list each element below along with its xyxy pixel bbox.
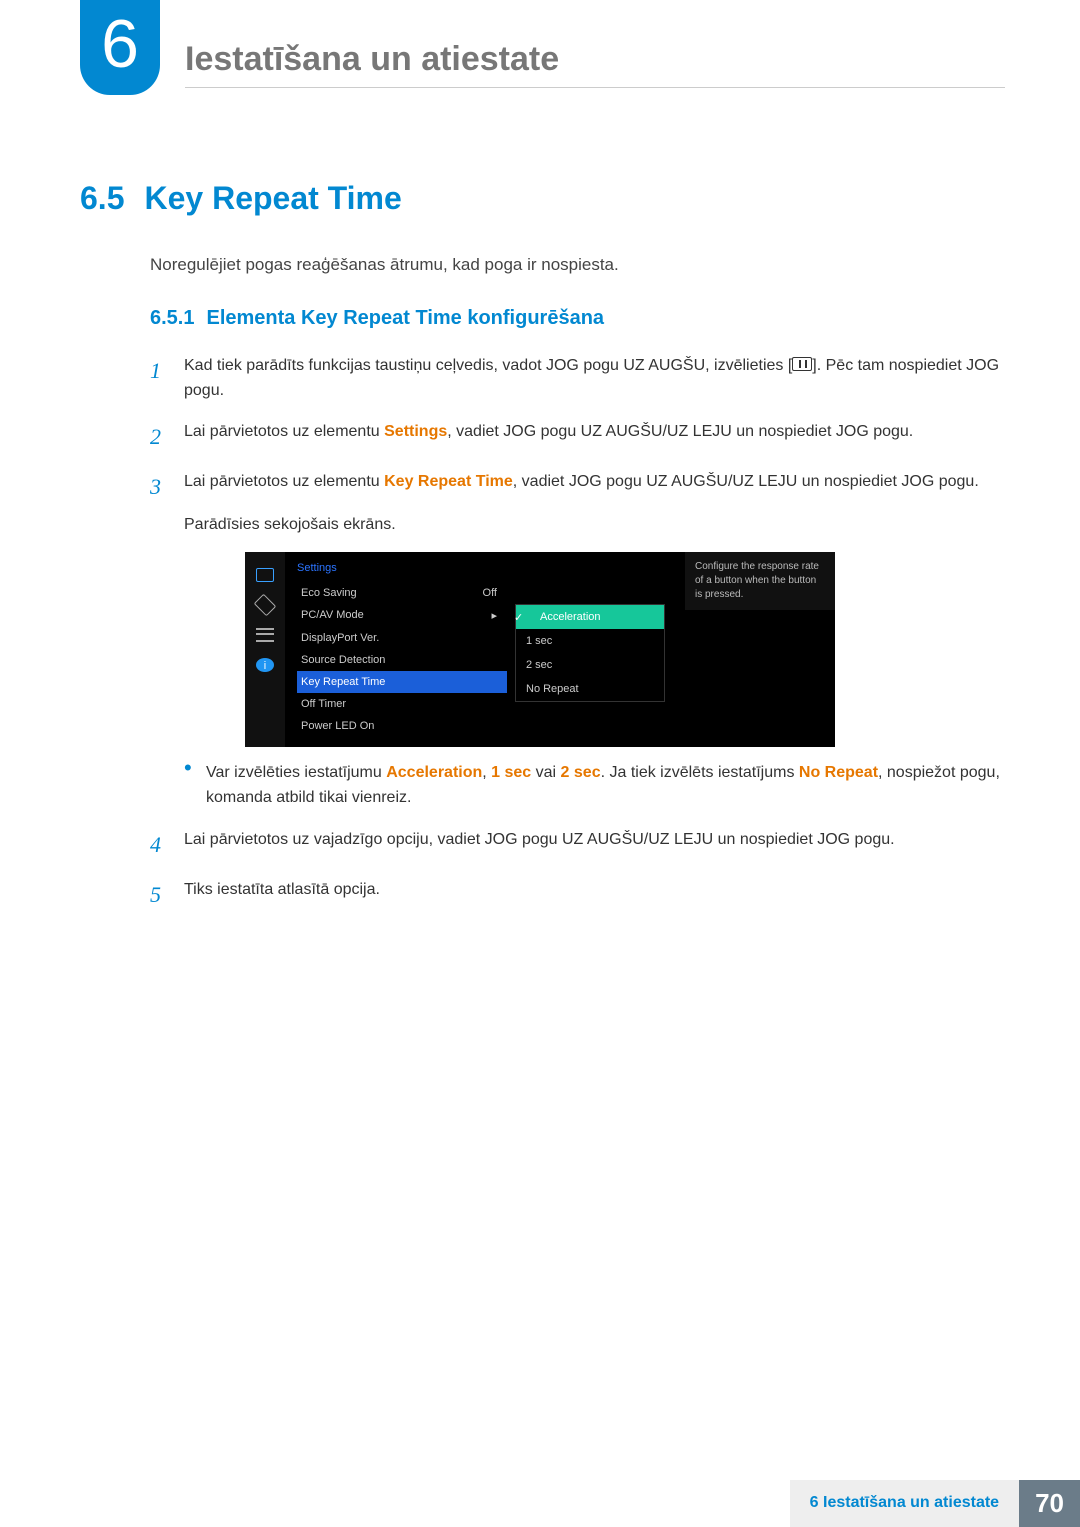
bullet-text: Var izvēlēties iestatījumu Acceleration,… <box>206 761 1000 811</box>
step-number: 3 <box>150 470 184 504</box>
osd-main: Settings Eco SavingOff PC/AV Mode▸ Displ… <box>285 552 685 747</box>
step-number: 4 <box>150 828 184 862</box>
chapter-number-badge: 6 <box>80 0 160 95</box>
bullet-dot-icon: • <box>184 761 206 811</box>
step-number: 1 <box>150 354 184 404</box>
section-number: 6.5 <box>80 180 124 216</box>
direction-icon <box>254 593 277 616</box>
section-intro: Noregulējiet pogas reaģēšanas ātrumu, ka… <box>150 255 1000 275</box>
step-2: 2 Lai pārvietotos uz elementu Settings, … <box>150 420 1000 454</box>
osd-screenshot: i Settings Eco SavingOff PC/AV Mode▸ Dis… <box>245 552 835 747</box>
step-text: Tiks iestatīta atlasītā opcija. <box>184 878 1000 912</box>
step-text: Lai pārvietotos uz elementu Settings, va… <box>184 420 1000 454</box>
step-text: Lai pārvietotos uz elementu Key Repeat T… <box>184 470 1000 504</box>
section-title: Key Repeat Time <box>144 180 401 216</box>
step-number: 5 <box>150 878 184 912</box>
subsection-number: 6.5.1 <box>150 307 194 329</box>
step-text: Kad tiek parādīts funkcijas taustiņu ceļ… <box>184 354 1000 404</box>
bullet-note: • Var izvēlēties iestatījumu Acceleratio… <box>184 761 1000 811</box>
info-icon: i <box>256 658 274 672</box>
step-4: 4 Lai pārvietotos uz vajadzīgo opciju, v… <box>150 828 1000 862</box>
step-3: 3 Lai pārvietotos uz elementu Key Repeat… <box>150 470 1000 504</box>
list-icon <box>256 628 274 642</box>
step-number: 2 <box>150 420 184 454</box>
subsection-title: Elementa Key Repeat Time konfigurēšana <box>206 307 604 329</box>
step-5: 5 Tiks iestatīta atlasītā opcija. <box>150 878 1000 912</box>
osd-row: Off Timer <box>297 693 507 715</box>
page-content: 6.5 Key Repeat Time Noregulējiet pogas re… <box>80 180 1000 929</box>
chapter-title: Iestatīšana un atiestate <box>185 40 1005 88</box>
monitor-icon <box>256 568 274 582</box>
step-text: Lai pārvietotos uz vajadzīgo opciju, vad… <box>184 828 1000 862</box>
osd-sub-item: No Repeat <box>516 677 664 701</box>
osd-row: PC/AV Mode▸ <box>297 604 507 627</box>
footer-chapter: 6 Iestatīšana un atiestate <box>790 1480 1019 1527</box>
osd-sub-selected: Acceleration <box>516 605 664 629</box>
menu-icon <box>792 357 812 371</box>
osd-sidebar: i <box>245 552 285 747</box>
step-1: 1 Kad tiek parādīts funkcijas taustiņu c… <box>150 354 1000 404</box>
osd-row-selected: Key Repeat Time <box>297 671 507 693</box>
subsection-heading: 6.5.1 Elementa Key Repeat Time konfigurēš… <box>150 307 1000 330</box>
osd-row: Power LED On <box>297 715 507 737</box>
step-3-note: Parādīsies sekojošais ekrāns. <box>184 516 1000 534</box>
osd-help-text: Configure the response rate of a button … <box>685 552 835 610</box>
osd-row: DisplayPort Ver. <box>297 627 507 649</box>
osd-sub-item: 2 sec <box>516 653 664 677</box>
osd-row: Source Detection <box>297 649 507 671</box>
section-heading: 6.5 Key Repeat Time <box>80 180 1000 217</box>
osd-title: Settings <box>297 558 685 582</box>
osd-submenu: Acceleration 1 sec 2 sec No Repeat <box>515 604 665 702</box>
osd-sub-item: 1 sec <box>516 629 664 653</box>
page-footer: 6 Iestatīšana un atiestate 70 <box>790 1480 1080 1527</box>
osd-row: Eco SavingOff <box>297 582 507 604</box>
footer-page-number: 70 <box>1019 1480 1080 1527</box>
